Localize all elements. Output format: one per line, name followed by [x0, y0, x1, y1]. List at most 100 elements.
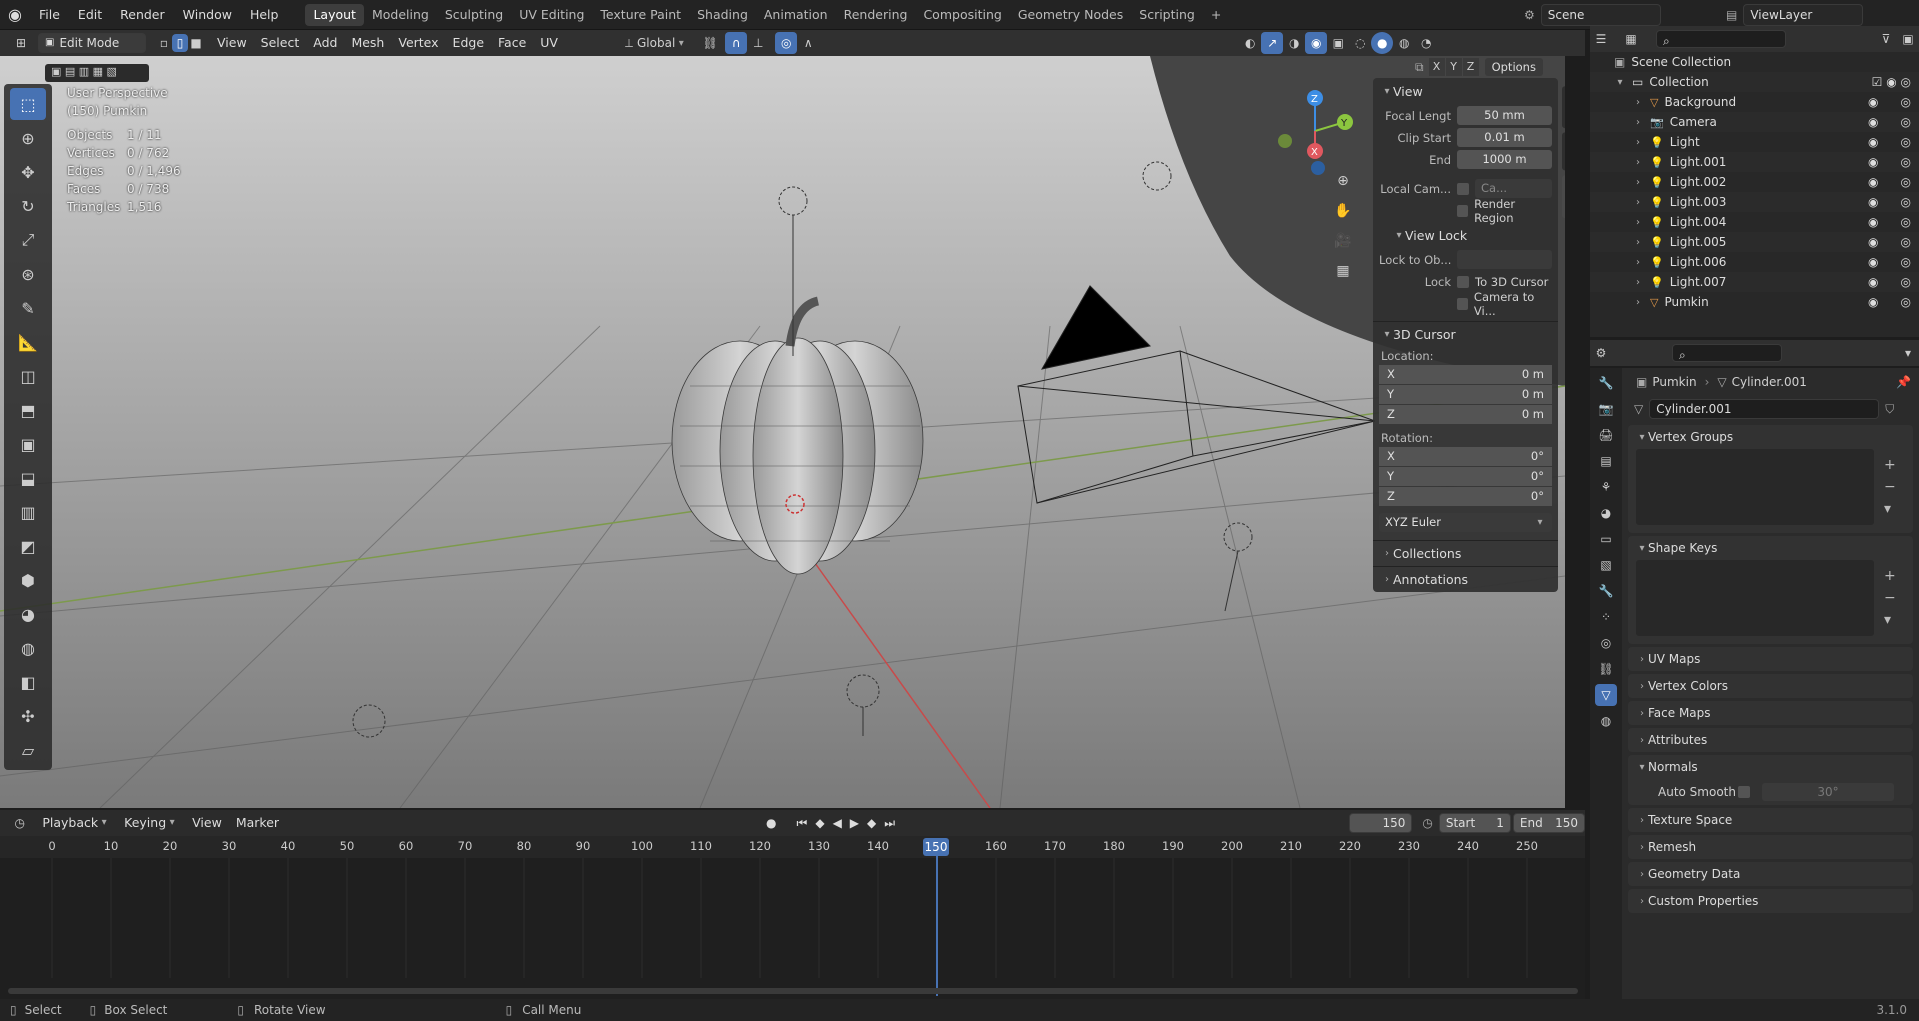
add-cube-tool-icon[interactable]: ◫ [10, 360, 46, 392]
tab-shading[interactable]: Shading [689, 4, 756, 26]
outliner-editor-icon[interactable]: ☰ [1590, 28, 1612, 50]
panel-header[interactable]: › Texture Space [1628, 808, 1913, 832]
cursor-tool-icon[interactable]: ⊕ [10, 122, 46, 154]
scale-tool-icon[interactable]: ⤢ [10, 224, 46, 256]
scene-tab-icon[interactable]: ⚘ [1595, 476, 1617, 498]
filter-icon[interactable]: ⊽ [1875, 28, 1897, 50]
tab-compositing[interactable]: Compositing [915, 4, 1009, 26]
timeline-menu-keying[interactable]: Keying ▾ [117, 812, 185, 834]
chevron-down-icon[interactable]: ▾ [1897, 342, 1919, 364]
auto-smooth-angle-field[interactable]: 30° [1762, 783, 1894, 801]
cursor-loc-y-field[interactable]: Y 0 m [1379, 385, 1552, 404]
axis-toggle-z[interactable]: Z [1462, 58, 1479, 76]
rotation-mode-dropdown[interactable]: XYZ Euler ▾ [1379, 513, 1552, 532]
current-frame-field[interactable]: 150 [1349, 813, 1413, 833]
tab-sculpting[interactable]: Sculpting [437, 4, 511, 26]
viewport-menu-vertex[interactable]: Vertex [391, 32, 445, 54]
camera-to-view-checkbox[interactable] [1457, 297, 1468, 310]
panel-header[interactable]: › UV Maps [1628, 647, 1913, 671]
tab-scripting[interactable]: Scripting [1131, 4, 1203, 26]
scene-collection-row[interactable]: ▣ Scene Collection [1590, 52, 1919, 72]
material-shading-icon[interactable]: ◍ [1393, 32, 1415, 54]
tab-texture-paint[interactable]: Texture Paint [592, 4, 689, 26]
extrude-tool-icon[interactable]: ⬒ [10, 394, 46, 426]
camera-view-icon[interactable]: 🎥 [1332, 230, 1354, 252]
render-camera-icon[interactable]: ◎ [1901, 115, 1911, 129]
sidebar-tab-item[interactable]: Item [1562, 86, 1565, 129]
scene-selector[interactable]: ⚙ Scene [1524, 4, 1661, 26]
pan-hand-icon[interactable]: ✋ [1332, 200, 1354, 222]
outliner-item-light[interactable]: › 💡 Light ◉ ◎ [1590, 132, 1919, 152]
3d-viewport[interactable]: ▣ ▤ ▥ ▦ ▧ ⬚ ⊕ ✥ ↻ ⤢ ⊛ ✎ 📐 ◫ ⬒ ▣ ⬓ ▥ ◩ ⬢ … [0, 56, 1565, 808]
tool-tab-icon[interactable]: 🔧 [1595, 372, 1617, 394]
render-camera-icon[interactable]: ◎ [1901, 195, 1911, 209]
cursor-rot-z-field[interactable]: Z 0° [1379, 487, 1552, 506]
add-workspace-button[interactable]: + [1203, 4, 1229, 26]
viewport-menu-mesh[interactable]: Mesh [344, 32, 391, 54]
display-mode-icon[interactable]: ▦ [1620, 28, 1642, 50]
overlay-toggle-icon[interactable]: ◑ [1283, 32, 1305, 54]
tab-rendering[interactable]: Rendering [836, 4, 916, 26]
sidebar-tab-tool[interactable]: Tool [1562, 132, 1565, 171]
move-tool-icon[interactable]: ✥ [10, 156, 46, 188]
mesh-name-field[interactable]: Cylinder.001 [1649, 399, 1880, 419]
wireframe-shading-icon[interactable]: ◌ [1349, 32, 1371, 54]
outliner-item-light-005[interactable]: › 💡 Light.005 ◉ ◎ [1590, 232, 1919, 252]
shear-tool-icon[interactable]: ▱ [10, 734, 46, 766]
zoom-icon[interactable]: ⊕ [1332, 170, 1354, 192]
output-tab-icon[interactable]: 🖨 [1595, 424, 1617, 446]
pin-icon[interactable]: 📌 [1896, 375, 1911, 389]
outliner-item-light-004[interactable]: › 💡 Light.004 ◉ ◎ [1590, 212, 1919, 232]
eye-icon[interactable]: ◉ [1868, 115, 1878, 129]
render-camera-icon[interactable]: ◎ [1901, 255, 1911, 269]
outliner-item-background[interactable]: › ▽ Background ◉ ◎ [1590, 92, 1919, 112]
eye-icon[interactable]: ◉ [1868, 275, 1878, 289]
particles-tab-icon[interactable]: ⁘ [1595, 606, 1617, 628]
poly-build-tool-icon[interactable]: ⬢ [10, 564, 46, 596]
next-keyframe-icon[interactable]: ◆ [867, 816, 876, 830]
rotate-tool-icon[interactable]: ↻ [10, 190, 46, 222]
options-dropdown[interactable]: Options [1484, 58, 1543, 76]
rendered-shading-icon[interactable]: ◔ [1415, 32, 1437, 54]
chevron-right-icon[interactable]: › [1632, 297, 1644, 308]
local-camera-field[interactable]: Ca... [1475, 179, 1552, 198]
prev-keyframe-icon[interactable]: ◆ [815, 816, 824, 830]
render-camera-icon[interactable]: ◎ [1901, 235, 1911, 249]
chevron-right-icon[interactable]: › [1632, 137, 1644, 148]
measure-tool-icon[interactable]: 📐 [10, 326, 46, 358]
gizmo-toggle-icon[interactable]: ↗ [1261, 32, 1284, 54]
outliner-item-camera[interactable]: › 📷 Camera ◉ ◎ [1590, 112, 1919, 132]
local-camera-checkbox[interactable] [1457, 182, 1469, 195]
loop-cut-tool-icon[interactable]: ▥ [10, 496, 46, 528]
render-camera-icon[interactable]: ◎ [1901, 295, 1911, 309]
cursor-loc-x-field[interactable]: X 0 m [1379, 365, 1552, 384]
play-icon[interactable]: ▶ [850, 816, 859, 830]
chevron-right-icon[interactable]: › [1632, 277, 1644, 288]
clock-icon[interactable]: ◷ [1422, 816, 1432, 830]
navigation-gizmo[interactable]: Z Y X [1270, 86, 1360, 176]
physics-tab-icon[interactable]: ◎ [1595, 632, 1617, 654]
timeline-area[interactable]: 0 10 20 30 40 50 60 70 80 90 100 110 120 130 140 150 160… [0, 836, 1585, 999]
view-layer-tab-icon[interactable]: ▤ [1595, 450, 1617, 472]
chevron-right-icon[interactable]: › [1632, 197, 1644, 208]
sidebar-tab-view[interactable]: View [1562, 174, 1565, 218]
annotations-panel-header[interactable]: › Annotations [1373, 566, 1558, 592]
menu-edit[interactable]: Edit [69, 0, 111, 30]
editor-type-icon[interactable]: ⊞ [10, 32, 32, 54]
bevel-tool-icon[interactable]: ⬓ [10, 462, 46, 494]
panel-header[interactable]: › Remesh [1628, 835, 1913, 859]
xray-overlay-icon[interactable]: ◉ [1305, 32, 1328, 54]
timeline-menu-marker[interactable]: Marker [229, 812, 286, 834]
cursor-rot-y-field[interactable]: Y 0° [1379, 467, 1552, 486]
panel-header[interactable]: › Attributes [1628, 728, 1913, 752]
render-camera-icon[interactable]: ◎ [1901, 175, 1911, 189]
to-cursor-checkbox[interactable] [1457, 275, 1469, 288]
panel-header[interactable]: › Custom Properties [1628, 889, 1913, 913]
panel-header[interactable]: › Geometry Data [1628, 862, 1913, 886]
edge-slide-tool-icon[interactable]: ◧ [10, 666, 46, 698]
spin-tool-icon[interactable]: ◕ [10, 598, 46, 630]
render-camera-icon[interactable]: ◎ [1901, 275, 1911, 289]
chevron-right-icon[interactable]: › [1632, 217, 1644, 228]
render-camera-icon[interactable]: ◎ [1901, 135, 1911, 149]
panel-header[interactable]: › Vertex Colors [1628, 674, 1913, 698]
